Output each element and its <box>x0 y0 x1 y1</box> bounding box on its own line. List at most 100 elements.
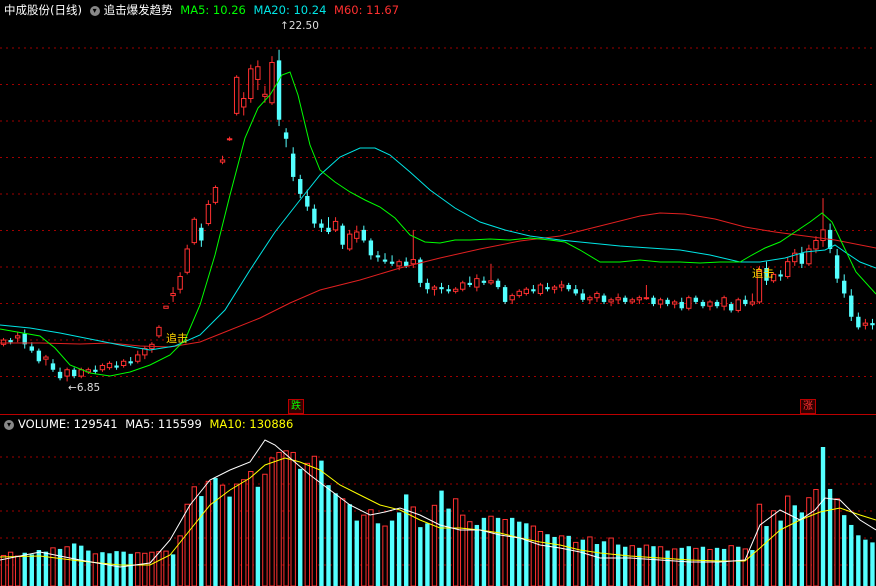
volume-bar <box>425 523 430 586</box>
candle <box>298 174 303 199</box>
candle-body <box>156 326 162 337</box>
volume-bar <box>863 539 868 586</box>
candle <box>276 49 282 127</box>
candle-body <box>219 159 226 163</box>
candle <box>446 284 451 294</box>
candle-body <box>587 297 593 301</box>
candle <box>516 289 522 298</box>
candle-body <box>248 68 254 100</box>
candle <box>551 284 558 294</box>
candle <box>686 295 692 311</box>
candle-body <box>431 286 438 290</box>
volume-bar <box>587 536 593 586</box>
volume-bar <box>693 547 699 586</box>
candle <box>184 244 190 275</box>
candle <box>657 297 664 309</box>
volume-toggle-icon[interactable]: ▾ <box>4 419 14 430</box>
candle-body <box>849 295 854 317</box>
candle <box>743 295 748 307</box>
candle-body <box>657 299 664 305</box>
candle-body <box>460 282 466 290</box>
candle-body <box>57 371 63 379</box>
volume-bar <box>135 552 141 586</box>
candle-body <box>199 227 204 241</box>
candle-body <box>191 218 197 244</box>
candle-body <box>594 292 600 299</box>
candle-body <box>354 231 360 239</box>
candle <box>856 312 861 330</box>
candle-body <box>636 297 643 301</box>
candle <box>22 329 27 349</box>
volume-bar <box>502 518 508 586</box>
volume-bar <box>474 524 480 586</box>
volume-bar <box>756 503 763 586</box>
volume-bar <box>156 551 162 586</box>
candle <box>290 147 296 182</box>
candle-body <box>396 261 402 267</box>
volume-bar <box>813 489 819 586</box>
ma60-line <box>0 212 876 348</box>
candle <box>163 305 169 309</box>
volume-bar <box>770 510 777 586</box>
candle <box>255 60 261 91</box>
candle <box>64 367 70 382</box>
candle <box>849 289 854 322</box>
volume-bar <box>452 498 459 586</box>
candle <box>467 276 472 288</box>
candle-body <box>312 208 317 224</box>
volume-bar <box>665 550 670 586</box>
volume-bar <box>354 520 359 586</box>
candle <box>29 342 34 353</box>
candle-body <box>99 365 106 371</box>
volume-bar <box>764 526 769 586</box>
candle <box>792 248 798 266</box>
indicator-name[interactable]: 追击爆发趋势 <box>104 3 173 17</box>
candle-body <box>516 290 522 297</box>
volume-bar <box>651 546 656 586</box>
volume-bar <box>29 554 34 586</box>
candle <box>452 287 459 294</box>
price-chart-panel[interactable]: 中成股份(日线) ▾ 追击爆发趋势 MA5: 10.26 MA20: 10.24 … <box>0 0 876 414</box>
candle-body <box>212 187 219 203</box>
candle-body <box>233 76 240 114</box>
candle <box>671 299 678 309</box>
volume-bar <box>517 521 522 586</box>
high-price-label: ↑22.50 <box>280 20 319 32</box>
volume-bar <box>707 548 713 586</box>
fall-marker[interactable]: 跌 <box>288 399 304 414</box>
candle <box>326 217 331 235</box>
candle <box>623 295 628 305</box>
candle-body <box>205 203 212 225</box>
volume-bar <box>686 546 691 586</box>
candle-body <box>255 66 261 80</box>
candle-body <box>50 363 56 370</box>
candle <box>778 270 783 281</box>
volume-bar <box>524 523 529 586</box>
ma5-label: MA5: 10.26 <box>180 3 246 17</box>
candle-body <box>375 255 381 258</box>
volume-bar <box>71 543 77 586</box>
volume-bar <box>262 473 268 586</box>
price-chart <box>0 47 876 382</box>
candle <box>219 155 226 165</box>
volume-bar <box>806 497 812 586</box>
candle-body <box>269 61 275 104</box>
volume-bar <box>290 451 296 586</box>
volume-bar <box>396 512 402 586</box>
volume-bar <box>64 546 70 586</box>
volume-bar <box>842 515 847 586</box>
rise-marker[interactable]: 涨 <box>800 399 816 414</box>
candle-body <box>298 179 303 194</box>
volume-bar <box>467 521 473 586</box>
candle <box>580 289 586 302</box>
candle-body <box>545 287 550 290</box>
candle <box>870 318 875 330</box>
candle <box>721 295 727 311</box>
candle <box>226 136 233 141</box>
indicator-toggle-icon[interactable]: ▾ <box>89 5 100 16</box>
candle <box>269 56 275 105</box>
candle <box>106 361 113 370</box>
volume-panel[interactable]: ▾ VOLUME: 129541 MA5: 115599 MA10: 130886 <box>0 415 876 586</box>
volume-bar <box>92 553 99 586</box>
candle-body <box>665 299 670 305</box>
